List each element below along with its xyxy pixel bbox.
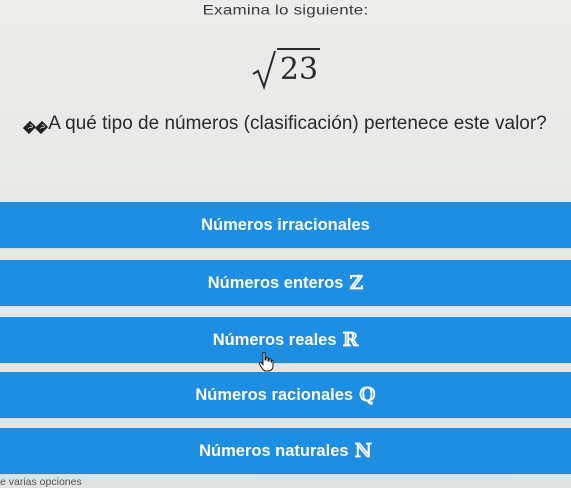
- rationals-symbol: ℚ: [359, 384, 376, 406]
- option-label: Números racionales: [195, 385, 354, 404]
- integers-symbol: ℤ: [349, 272, 364, 294]
- math-expression: 23: [0, 48, 571, 90]
- option-racionales[interactable]: Números racionales ℚ: [0, 372, 571, 418]
- option-enteros[interactable]: Números enteros ℤ: [0, 260, 571, 306]
- replacement-char-icon: ?: [35, 120, 49, 135]
- option-label: Números reales: [212, 330, 337, 349]
- hand-pointer-icon: [258, 352, 274, 372]
- footer-hint: e varias opciones: [0, 476, 82, 488]
- radicand: 23: [276, 48, 321, 87]
- quiz-page: Examina lo siguiente: 23 ?? A qué tipo de…: [0, 0, 571, 488]
- square-root: 23: [251, 48, 321, 90]
- instruction-text: Examina lo siguiente:: [202, 2, 369, 18]
- option-label: Números naturales: [199, 441, 349, 460]
- option-irracionales[interactable]: Números irracionales: [0, 202, 571, 248]
- question-text: ?? A qué tipo de números (clasificación) …: [0, 113, 571, 135]
- reals-symbol: ℝ: [342, 329, 359, 351]
- radical-sign-icon: [252, 50, 276, 90]
- question-body: A qué tipo de números (clasificación) pe…: [48, 113, 547, 134]
- option-naturales[interactable]: Números naturales ℕ: [0, 428, 571, 474]
- option-label: Números enteros: [207, 273, 344, 292]
- option-reales[interactable]: Números reales ℝ: [0, 317, 571, 363]
- option-label: Números irracionales: [201, 215, 370, 234]
- naturals-symbol: ℕ: [354, 440, 372, 462]
